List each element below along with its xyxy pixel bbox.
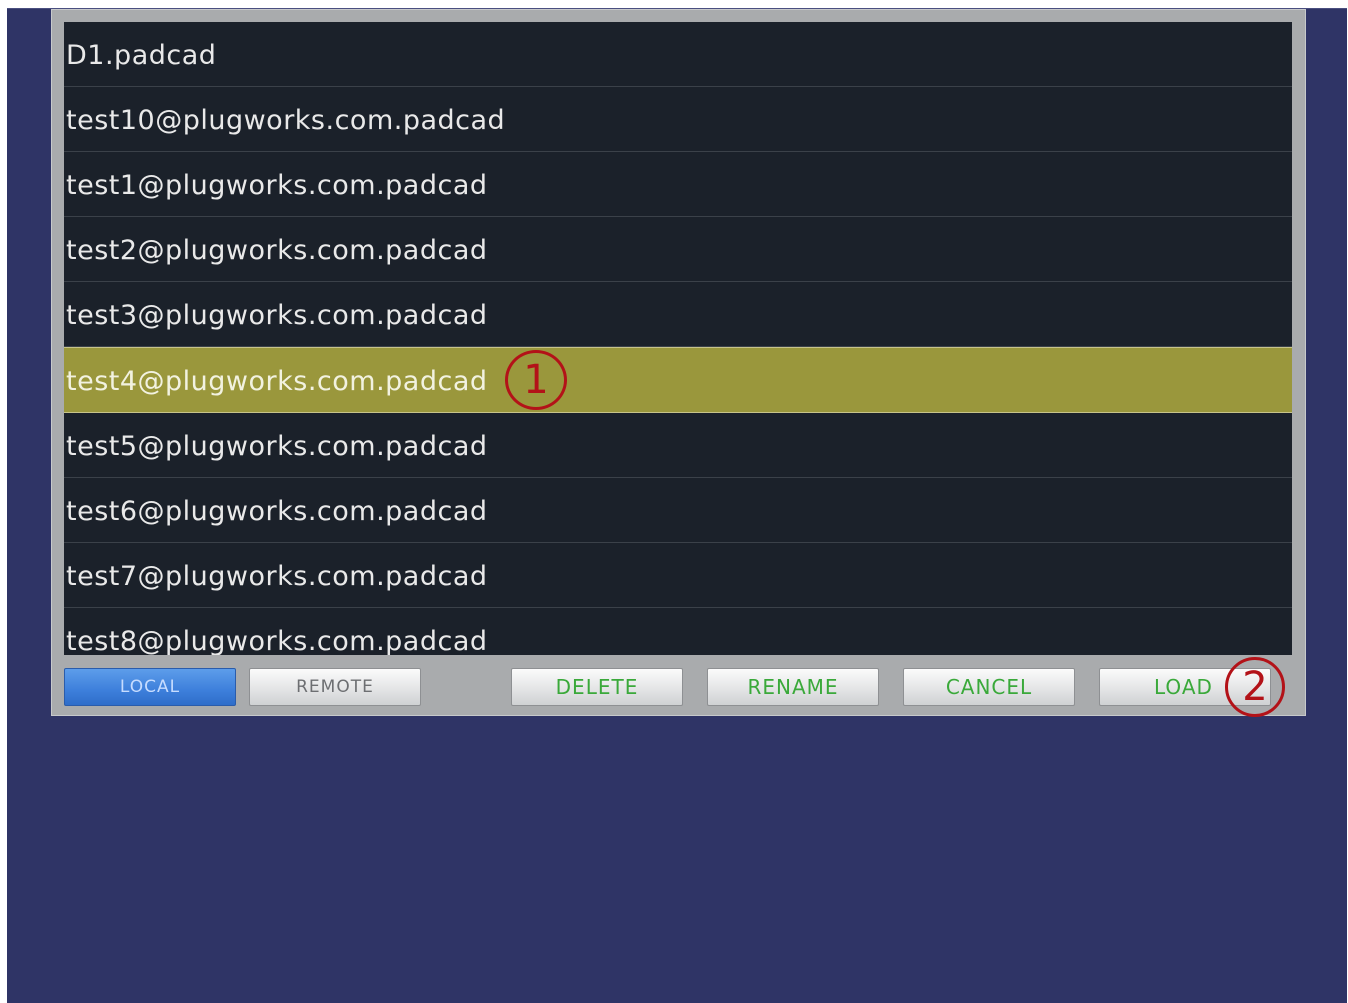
file-name: test5@plugworks.com.padcad <box>66 430 488 462</box>
local-tab-button[interactable]: LOCAL <box>64 668 236 706</box>
file-row-selected[interactable]: test4@plugworks.com.padcad 1 <box>64 347 1292 413</box>
local-tab-label: LOCAL <box>119 677 181 697</box>
delete-label: DELETE <box>555 675 639 699</box>
cancel-label: CANCEL <box>945 675 1033 699</box>
file-name: test4@plugworks.com.padcad <box>66 365 488 397</box>
file-name: test2@plugworks.com.padcad <box>66 234 488 266</box>
file-name: D1.padcad <box>66 39 217 71</box>
load-label: LOAD <box>1154 675 1213 699</box>
annotation-marker-1-label: 1 <box>523 357 549 403</box>
remote-tab-label: REMOTE <box>296 677 374 697</box>
file-list[interactable]: D1.padcad test10@plugworks.com.padcad te… <box>64 22 1292 655</box>
cancel-button[interactable]: CANCEL <box>903 668 1075 706</box>
rename-label: RENAME <box>747 675 839 699</box>
file-name: test6@plugworks.com.padcad <box>66 495 488 527</box>
annotation-marker-1: 1 <box>505 350 567 410</box>
file-row[interactable]: D1.padcad <box>64 22 1292 87</box>
file-browser-dialog: D1.padcad test10@plugworks.com.padcad te… <box>51 9 1306 717</box>
file-row[interactable]: test7@plugworks.com.padcad <box>64 543 1292 608</box>
app-screen: D1.padcad test10@plugworks.com.padcad te… <box>7 8 1347 1003</box>
file-name: test10@plugworks.com.padcad <box>66 104 506 136</box>
file-row[interactable]: test10@plugworks.com.padcad <box>64 87 1292 152</box>
remote-tab-button[interactable]: REMOTE <box>249 668 421 706</box>
file-name: test7@plugworks.com.padcad <box>66 560 488 592</box>
rename-button[interactable]: RENAME <box>707 668 879 706</box>
file-name: test3@plugworks.com.padcad <box>66 299 488 331</box>
file-row[interactable]: test5@plugworks.com.padcad <box>64 413 1292 478</box>
file-name: test1@plugworks.com.padcad <box>66 169 488 201</box>
annotation-marker-2: 2 <box>1225 657 1285 717</box>
file-row[interactable]: test2@plugworks.com.padcad <box>64 217 1292 282</box>
file-row[interactable]: test6@plugworks.com.padcad <box>64 478 1292 543</box>
annotation-marker-2-label: 2 <box>1242 664 1268 710</box>
file-row[interactable]: test8@plugworks.com.padcad <box>64 608 1292 656</box>
file-row[interactable]: test3@plugworks.com.padcad <box>64 282 1292 347</box>
file-name: test8@plugworks.com.padcad <box>66 625 488 656</box>
dialog-toolbar: LOCAL REMOTE DELETE RENAME CANCEL LOAD 2 <box>52 655 1305 717</box>
file-row[interactable]: test1@plugworks.com.padcad <box>64 152 1292 217</box>
delete-button[interactable]: DELETE <box>511 668 683 706</box>
